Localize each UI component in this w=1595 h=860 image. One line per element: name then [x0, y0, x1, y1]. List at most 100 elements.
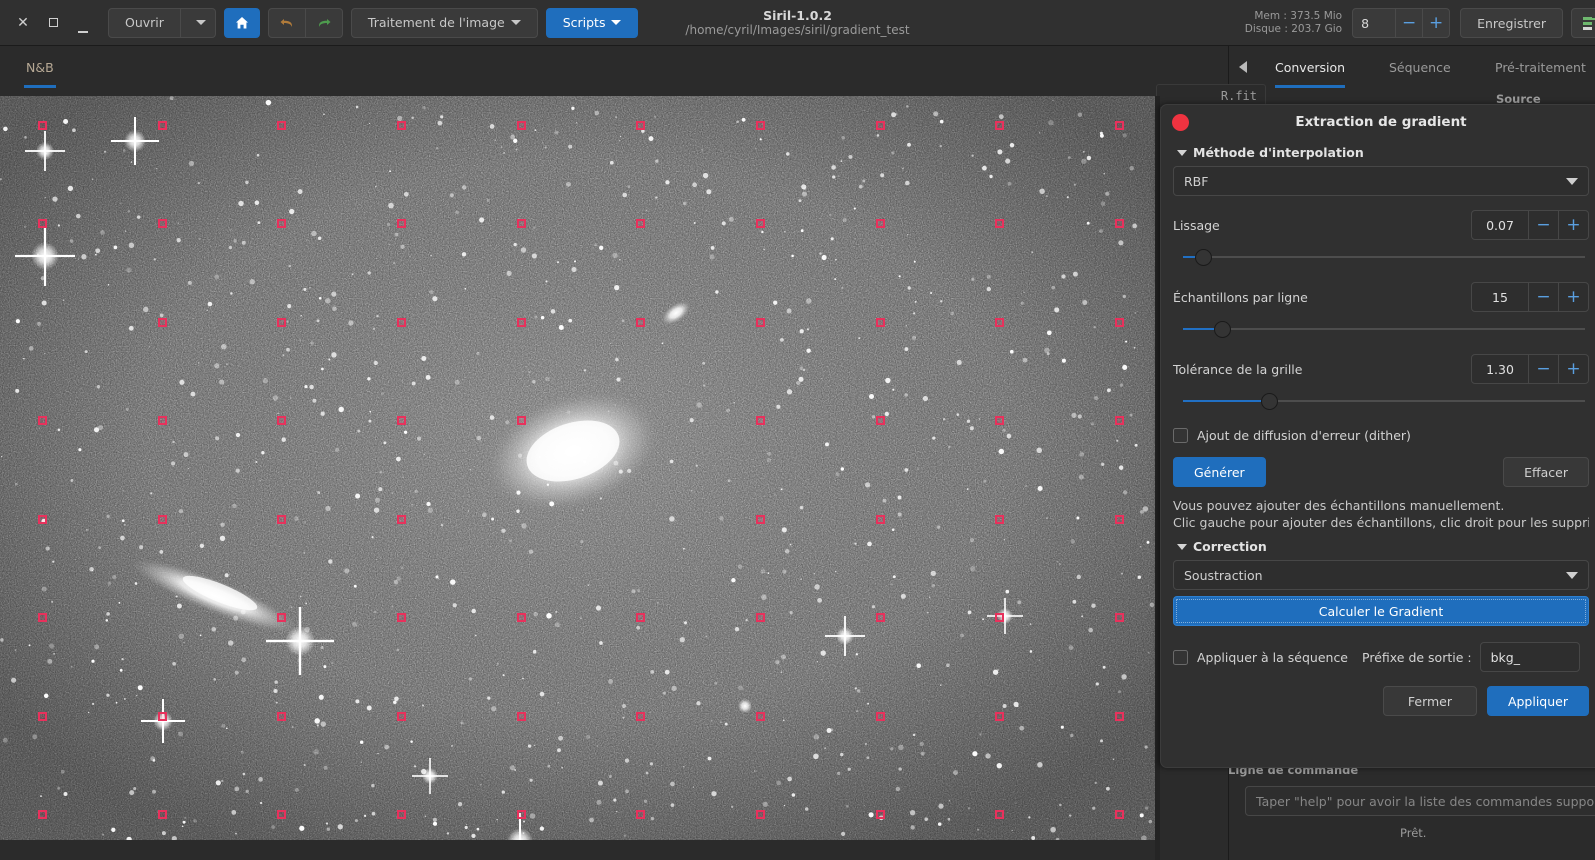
sample-marker[interactable] [995, 712, 1004, 721]
sample-marker[interactable] [397, 219, 406, 228]
sample-marker[interactable] [517, 318, 526, 327]
sample-marker[interactable] [876, 219, 885, 228]
tab-nb[interactable]: N&B [12, 46, 68, 88]
sample-marker[interactable] [397, 121, 406, 130]
sample-marker[interactable] [158, 219, 167, 228]
sample-marker[interactable] [38, 416, 47, 425]
sample-marker[interactable] [756, 613, 765, 622]
sample-marker[interactable] [397, 712, 406, 721]
smoothing-slider[interactable] [1173, 246, 1589, 268]
samples-value[interactable]: 15 [1472, 283, 1528, 311]
close-dialog-button[interactable]: Fermer [1382, 686, 1477, 716]
sample-marker[interactable] [876, 318, 885, 327]
sample-marker[interactable] [756, 121, 765, 130]
sample-marker[interactable] [517, 613, 526, 622]
apply-sequence-checkbox[interactable] [1173, 649, 1188, 665]
clear-button[interactable]: Effacer [1503, 457, 1589, 487]
tolerance-decrease-button[interactable]: − [1528, 355, 1558, 383]
sample-marker[interactable] [277, 810, 286, 819]
generate-button[interactable]: Générer [1173, 457, 1266, 487]
sample-marker[interactable] [756, 318, 765, 327]
sample-marker[interactable] [1115, 810, 1124, 819]
image-canvas[interactable] [0, 96, 1155, 840]
samples-slider-knob[interactable] [1214, 321, 1231, 338]
sample-marker[interactable] [38, 712, 47, 721]
command-input[interactable]: Taper "help" pour avoir la liste des com… [1245, 786, 1595, 816]
zoom-stepper[interactable]: 8 − + [1352, 8, 1451, 38]
sample-marker[interactable] [636, 810, 645, 819]
sample-marker[interactable] [38, 121, 47, 130]
undo-button[interactable] [267, 7, 306, 38]
sample-marker[interactable] [517, 810, 526, 819]
sample-marker[interactable] [517, 219, 526, 228]
sample-marker[interactable] [756, 515, 765, 524]
home-button[interactable] [223, 7, 260, 38]
smoothing-stepper[interactable]: 0.07 − + [1471, 210, 1589, 240]
apply-button[interactable]: Appliquer [1486, 686, 1589, 716]
correction-method-select[interactable]: Soustraction [1173, 560, 1589, 590]
sample-marker[interactable] [158, 121, 167, 130]
sample-marker[interactable] [277, 416, 286, 425]
sample-marker[interactable] [876, 416, 885, 425]
sample-marker[interactable] [397, 613, 406, 622]
smoothing-decrease-button[interactable]: − [1528, 211, 1558, 239]
background-sample-markers[interactable] [0, 96, 1155, 840]
zoom-increase-button[interactable]: + [1422, 9, 1449, 37]
compute-gradient-button[interactable]: Calculer le Gradient [1173, 596, 1589, 626]
sample-marker[interactable] [1115, 515, 1124, 524]
tab-sequence[interactable]: Séquence [1389, 46, 1451, 88]
sample-marker[interactable] [38, 613, 47, 622]
tolerance-value[interactable]: 1.30 [1472, 355, 1528, 383]
sample-marker[interactable] [158, 515, 167, 524]
tab-scroll-left-button[interactable] [1229, 46, 1257, 88]
image-processing-menu-button[interactable]: Traitement de l'image [350, 7, 538, 38]
sample-marker[interactable] [876, 613, 885, 622]
sample-marker[interactable] [995, 416, 1004, 425]
samples-stepper[interactable]: 15 − + [1471, 282, 1589, 312]
output-prefix-input[interactable]: bkg_ [1479, 642, 1580, 672]
scripts-menu-button[interactable]: Scripts [545, 7, 639, 38]
sample-marker[interactable] [277, 712, 286, 721]
sample-marker[interactable] [756, 219, 765, 228]
sample-marker[interactable] [876, 712, 885, 721]
sample-marker[interactable] [277, 219, 286, 228]
sample-marker[interactable] [636, 219, 645, 228]
sample-marker[interactable] [277, 318, 286, 327]
sample-marker[interactable] [397, 318, 406, 327]
sample-marker[interactable] [38, 219, 47, 228]
sample-marker[interactable] [636, 712, 645, 721]
samples-decrease-button[interactable]: − [1528, 283, 1558, 311]
sample-marker[interactable] [1115, 712, 1124, 721]
sample-marker[interactable] [1115, 416, 1124, 425]
sample-marker[interactable] [995, 810, 1004, 819]
sample-marker[interactable] [38, 515, 47, 524]
open-dropdown-button[interactable] [180, 7, 216, 38]
tab-conversion[interactable]: Conversion [1275, 46, 1346, 88]
tolerance-slider-knob[interactable] [1260, 393, 1278, 410]
tolerance-increase-button[interactable]: + [1558, 355, 1588, 383]
sample-marker[interactable] [277, 515, 286, 524]
sample-marker[interactable] [1115, 121, 1124, 130]
sample-marker[interactable] [158, 416, 167, 425]
correction-section-header[interactable]: Correction [1177, 539, 1589, 554]
tolerance-stepper[interactable]: 1.30 − + [1471, 354, 1589, 384]
sample-marker[interactable] [636, 613, 645, 622]
sample-marker[interactable] [38, 810, 47, 819]
dither-checkbox-row[interactable]: Ajout de diffusion d'erreur (dither) [1173, 428, 1589, 443]
sample-marker[interactable] [995, 219, 1004, 228]
sample-marker[interactable] [756, 810, 765, 819]
sample-marker[interactable] [158, 712, 167, 721]
save-button[interactable]: Enregistrer [1460, 8, 1563, 38]
sample-marker[interactable] [995, 515, 1004, 524]
interpolation-method-select[interactable]: RBF [1173, 166, 1589, 196]
open-button[interactable]: Ouvrir [108, 7, 181, 38]
sample-marker[interactable] [876, 121, 885, 130]
sample-marker[interactable] [756, 416, 765, 425]
smoothing-increase-button[interactable]: + [1558, 211, 1588, 239]
sample-marker[interactable] [517, 712, 526, 721]
samples-slider[interactable] [1173, 318, 1589, 340]
maximize-icon[interactable] [38, 3, 68, 43]
sample-marker[interactable] [876, 810, 885, 819]
zoom-decrease-button[interactable]: − [1395, 9, 1422, 37]
sample-marker[interactable] [517, 416, 526, 425]
